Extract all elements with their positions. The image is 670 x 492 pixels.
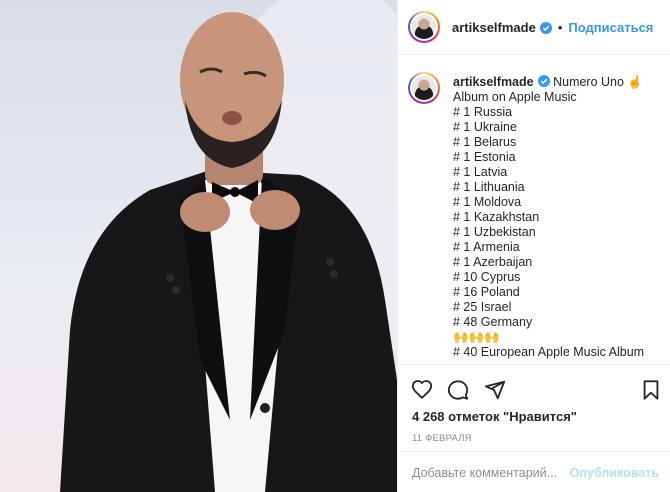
comment-icon[interactable]	[447, 379, 469, 401]
caption-username[interactable]: artikselfmade	[453, 75, 534, 89]
likes-count[interactable]: 4 268 отметок "Нравится"	[412, 409, 577, 424]
post-photo[interactable]	[0, 0, 397, 492]
caption-area: artikselfmade Numero Uno ☝ Album on Appl…	[398, 56, 670, 364]
comment-input[interactable]	[412, 464, 582, 482]
caption-line: # 40 European Apple Music Album	[453, 345, 645, 359]
caption-line: # 1 Azerbaijan	[453, 255, 533, 269]
caption-line: # 1 Ukraine	[453, 120, 517, 134]
verified-badge-icon	[537, 75, 550, 87]
verified-badge-icon	[539, 21, 552, 34]
caption-line: # 1 Belarus	[453, 135, 517, 149]
avatar[interactable]	[408, 11, 440, 43]
caption-line: # 48 Germany	[453, 315, 533, 329]
caption-line: # 10 Cyprus	[453, 270, 521, 284]
follow-button[interactable]: Подписаться	[568, 20, 653, 35]
caption-line: # 1 Lithuania	[453, 180, 525, 194]
caption-line: 🙌🙌🙌	[453, 330, 500, 344]
caption-line: artikselfmade Numero Uno ☝	[453, 75, 663, 90]
caption-line: # 1 Estonia	[453, 150, 516, 164]
post-side-panel: artikselfmade • Подписаться artikselfmad…	[397, 0, 670, 492]
caption-line: # 1 Armenia	[453, 240, 520, 254]
man-in-tuxedo-illustration	[60, 0, 397, 492]
share-icon[interactable]	[484, 379, 506, 401]
post-caption: artikselfmade Numero Uno ☝ Album on Appl…	[453, 75, 663, 360]
post-actions: 4 268 отметок "Нравится" 11 ФЕВРАЛЯ Опуб…	[398, 364, 670, 492]
caption-line: # 16 Poland	[453, 285, 520, 299]
caption-text: Numero Uno ☝	[553, 75, 643, 89]
header-user-line: artikselfmade • Подписаться	[452, 20, 653, 35]
caption-line: # 1 Russia	[453, 105, 513, 119]
add-comment-section: Опубликовать	[398, 451, 670, 492]
post-date[interactable]: 11 ФЕВРАЛЯ	[412, 433, 472, 444]
caption-line: # 1 Moldova	[453, 195, 522, 209]
caption-line: # 1 Latvia	[453, 165, 508, 179]
publish-button[interactable]: Опубликовать	[570, 466, 659, 480]
heart-icon[interactable]	[411, 379, 433, 401]
separator-dot: •	[557, 20, 563, 35]
caption-line: # 1 Kazakhstan	[453, 210, 540, 224]
caption-line: Album on Apple Music	[453, 90, 577, 104]
username-link[interactable]: artikselfmade	[452, 20, 536, 35]
caption-line: # 25 Israel	[453, 300, 512, 314]
bookmark-icon[interactable]	[640, 379, 662, 401]
avatar[interactable]	[408, 72, 440, 104]
post-header: artikselfmade • Подписаться	[398, 0, 670, 55]
caption-line: # 1 Uzbekistan	[453, 225, 536, 239]
